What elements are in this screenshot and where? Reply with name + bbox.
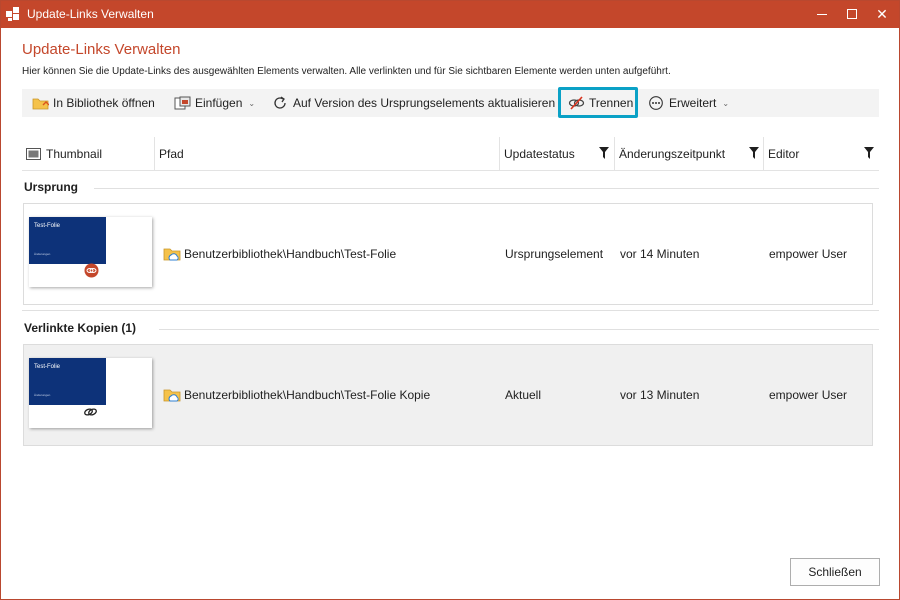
toolbar: In Bibliothek öffnen Einfügen ⌄ Auf Vers…	[22, 89, 879, 117]
column-separator[interactable]	[499, 137, 500, 171]
open-in-library-label: In Bibliothek öffnen	[53, 96, 155, 110]
dialog-title: Update-Links Verwalten	[22, 41, 181, 58]
insert-button[interactable]: Einfügen ⌄	[174, 89, 255, 117]
group-label-linked-copies: Verlinkte Kopien (1)	[24, 321, 137, 335]
advanced-label: Erweitert	[669, 96, 717, 110]
more-icon	[649, 96, 663, 110]
column-status-label: Updatestatus	[504, 147, 575, 161]
window-title: Update-Links Verwalten	[27, 7, 154, 21]
filter-icon[interactable]	[749, 147, 759, 159]
app-logo-icon	[6, 7, 20, 21]
changed-cell: vor 14 Minuten	[620, 247, 700, 261]
thumbnail-title: Test-Folie	[34, 223, 61, 229]
thumbnail-title: Test-Folie	[34, 364, 61, 370]
column-editor-label: Editor	[768, 147, 800, 161]
path-cell: Benutzerbibliothek\Handbuch\Test-Folie	[163, 204, 396, 304]
group-divider	[94, 188, 879, 189]
status-cell: Ursprungselement	[505, 247, 604, 261]
column-path[interactable]: Pfad	[159, 137, 184, 171]
group-divider	[22, 310, 879, 311]
update-to-source-label: Auf Version des Ursprungselements aktual…	[293, 96, 556, 110]
advanced-button[interactable]: Erweitert ⌄	[648, 89, 729, 117]
path-cell: Benutzerbibliothek\Handbuch\Test-Folie K…	[163, 345, 430, 445]
editor-cell: empower User	[769, 247, 848, 261]
thumbnail-subtitle: Änderungen	[34, 393, 51, 397]
maximize-icon	[847, 9, 857, 19]
column-changed-label: Änderungszeitpunkt	[619, 147, 726, 161]
column-separator[interactable]	[763, 137, 764, 171]
minimize-icon	[817, 14, 827, 15]
editor-cell: empower User	[769, 388, 848, 402]
cloud-folder-icon	[163, 248, 181, 260]
close-button[interactable]: Schließen	[790, 558, 880, 586]
link-icon	[84, 408, 97, 416]
changed-cell: vor 13 Minuten	[620, 388, 700, 402]
column-status[interactable]: Updatestatus	[504, 137, 575, 171]
table-row[interactable]: Test-Folie Änderungen Benutzerbibliothek…	[23, 203, 873, 305]
refresh-icon	[274, 96, 286, 109]
group-label-source: Ursprung	[24, 180, 78, 194]
unlink-highlight	[558, 87, 638, 118]
slide-thumbnail: Test-Folie Änderungen	[29, 358, 152, 428]
column-header-row: Thumbnail Pfad Updatestatus Änderungszei…	[22, 137, 879, 171]
title-bar[interactable]: Update-Links Verwalten ✕	[1, 1, 899, 28]
insert-label: Einfügen	[195, 96, 243, 110]
column-separator[interactable]	[614, 137, 615, 171]
path-text: Benutzerbibliothek\Handbuch\Test-Folie K…	[184, 388, 431, 402]
column-path-label: Pfad	[159, 147, 184, 161]
chevron-down-icon: ⌄	[248, 98, 256, 108]
cloud-folder-icon	[163, 389, 181, 401]
chevron-down-icon: ⌄	[722, 98, 730, 108]
close-window-button[interactable]: ✕	[865, 1, 899, 28]
column-changed[interactable]: Änderungszeitpunkt	[619, 137, 725, 171]
path-text: Benutzerbibliothek\Handbuch\Test-Folie	[184, 247, 397, 261]
open-in-library-button[interactable]: In Bibliothek öffnen	[32, 89, 155, 117]
minimize-button[interactable]	[805, 1, 839, 28]
folder-open-icon	[32, 98, 49, 110]
dialog-description: Hier können Sie die Update-Links des aus…	[22, 66, 671, 77]
filter-icon[interactable]	[864, 147, 874, 159]
table-row[interactable]: Test-Folie Änderungen Benutzerbibliothek…	[23, 344, 873, 446]
column-separator[interactable]	[154, 137, 155, 171]
update-to-source-button[interactable]: Auf Version des Ursprungselements aktual…	[272, 89, 555, 117]
column-editor[interactable]: Editor	[768, 137, 799, 171]
update-links-dialog: Update-Links Verwalten ✕ Update-Links Ve…	[0, 0, 900, 600]
image-icon	[26, 148, 41, 160]
thumbnail-banner: Test-Folie Änderungen	[29, 358, 106, 405]
filter-icon[interactable]	[599, 147, 609, 159]
insert-icon	[174, 96, 191, 110]
column-thumbnail-label: Thumbnail	[46, 147, 103, 161]
thumbnail-subtitle: Änderungen	[34, 252, 51, 256]
status-cell: Aktuell	[505, 388, 542, 402]
maximize-button[interactable]	[835, 1, 869, 28]
group-divider	[159, 329, 879, 330]
thumbnail-banner: Test-Folie Änderungen	[29, 217, 106, 264]
source-badge-icon	[84, 263, 99, 278]
column-thumbnail[interactable]: Thumbnail	[26, 137, 102, 171]
slide-thumbnail: Test-Folie Änderungen	[29, 217, 152, 287]
close-icon: ✕	[876, 6, 888, 22]
